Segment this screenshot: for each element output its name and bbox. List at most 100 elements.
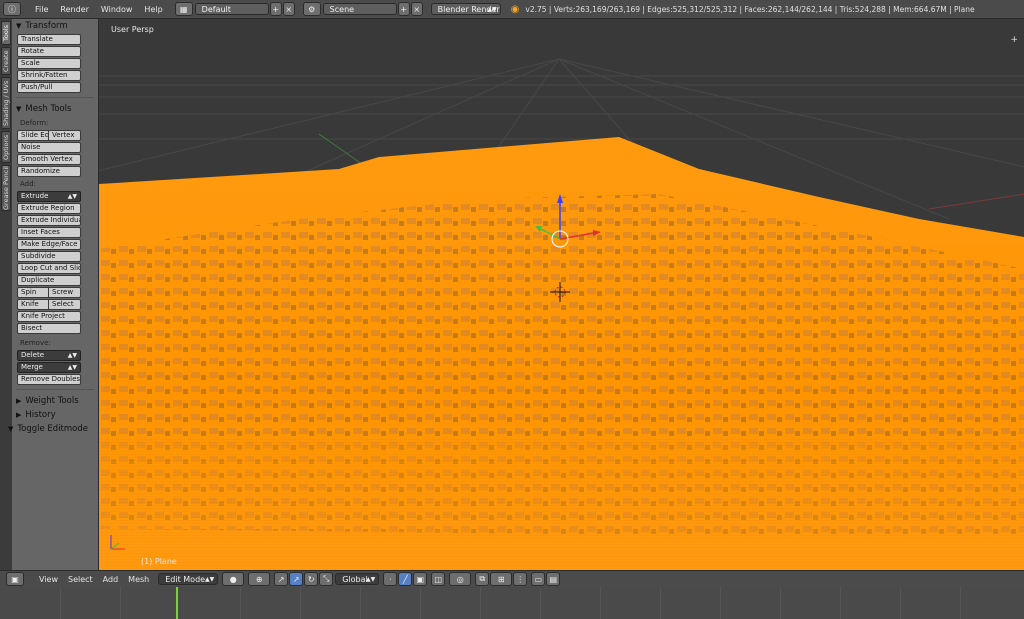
viewport-plus-icon[interactable]: +	[1010, 35, 1018, 45]
add-label: Add:	[20, 180, 36, 188]
menu-mesh[interactable]: Mesh	[123, 575, 154, 584]
timeline-gridline	[660, 587, 661, 619]
bisect-button[interactable]: Bisect	[17, 323, 81, 334]
scale-manipulator-icon[interactable]: ⤡	[319, 572, 334, 586]
3d-viewport[interactable]: User Persp (1) Plane +	[99, 19, 1024, 570]
translate-button[interactable]: Translate	[17, 34, 81, 45]
menu-window[interactable]: Window	[95, 5, 139, 14]
info-header: ⓘ File Render Window Help ▦ Default + × …	[0, 0, 1024, 19]
scene-field[interactable]: Scene	[322, 3, 397, 15]
viewport-shading-icon[interactable]: ●	[222, 572, 245, 586]
scale-button[interactable]: Scale	[17, 58, 81, 69]
pivot-point-icon[interactable]: ⊕	[248, 572, 271, 586]
knife-select-button[interactable]: Select	[49, 299, 81, 310]
knife-project-button[interactable]: Knife Project	[17, 311, 81, 322]
timeline-gridline	[840, 587, 841, 619]
edge-select-icon[interactable]: ╱	[398, 572, 413, 586]
viewport-canvas	[99, 58, 1024, 570]
subdivide-button[interactable]: Subdivide	[17, 251, 81, 262]
editor-type-info-button[interactable]: ⓘ	[3, 2, 21, 16]
remove-scene-icon[interactable]: ×	[410, 2, 423, 16]
menu-help[interactable]: Help	[138, 5, 168, 14]
chevron-down-icon: ▲▼	[487, 5, 497, 13]
add-scene-icon[interactable]: +	[397, 2, 410, 16]
screen-layout-icon[interactable]: ▦	[174, 2, 193, 16]
orientation-select[interactable]: Global ▲▼	[335, 573, 380, 585]
shrink-fatten-button[interactable]: Shrink/Fatten	[17, 70, 81, 81]
transform-panel-header[interactable]: ▼ Transform	[12, 19, 98, 33]
timeline-strip[interactable]	[0, 587, 1024, 619]
timeline-gridline	[60, 587, 61, 619]
tab-create[interactable]: Create	[1, 47, 11, 75]
smooth-vertex-button[interactable]: Smooth Vertex	[17, 154, 81, 165]
mesh-tools-panel-header[interactable]: ▼ Mesh Tools	[12, 102, 98, 116]
blender-logo-icon: ◉	[510, 3, 520, 15]
duplicate-button[interactable]: Duplicate	[17, 275, 81, 286]
menu-select[interactable]: Select	[63, 575, 98, 584]
scene-icon[interactable]: ⚙	[302, 2, 321, 16]
screw-button[interactable]: Screw	[49, 287, 81, 298]
slide-vertex-button[interactable]: Vertex	[49, 130, 81, 141]
remove-doubles-button[interactable]: Remove Doubles	[17, 374, 81, 385]
screen-layout-field[interactable]: Default	[194, 3, 269, 15]
history-panel-header[interactable]: ▶ History	[12, 408, 98, 422]
randomize-button[interactable]: Randomize	[17, 166, 81, 177]
menu-add[interactable]: Add	[98, 575, 124, 584]
timeline-gridline	[120, 587, 121, 619]
editor-type-3dview-button[interactable]: ▣	[6, 572, 24, 586]
toggle-editmode-header[interactable]: ▼ Toggle Editmode	[4, 422, 98, 436]
slide-row: Slide Ed Vertex	[17, 130, 81, 141]
timeline-gridline	[480, 587, 481, 619]
chevron-updown-icon: ▲▼	[67, 352, 77, 359]
delete-dropdown[interactable]: Delete ▲▼	[17, 350, 81, 361]
translate-manipulator-icon[interactable]: ↗	[289, 572, 304, 586]
inset-faces-button[interactable]: Inset Faces	[17, 227, 81, 238]
extrude-dropdown[interactable]: Extrude ▲▼	[17, 191, 81, 202]
menu-file[interactable]: File	[29, 5, 54, 14]
rotate-manipulator-icon[interactable]: ↻	[304, 572, 319, 586]
transform-panel-title: Transform	[25, 21, 68, 31]
tab-tools[interactable]: Tools	[1, 21, 11, 45]
menu-render[interactable]: Render	[54, 5, 94, 14]
opengl-render-icon[interactable]: ▤	[546, 572, 561, 586]
slide-edge-button[interactable]: Slide Ed	[17, 130, 49, 141]
panel-divider	[16, 389, 94, 390]
extrude-region-button[interactable]: Extrude Region	[17, 203, 81, 214]
limit-selection-icon[interactable]: ◫	[431, 572, 446, 586]
deform-label: Deform:	[20, 119, 49, 127]
menu-view[interactable]: View	[34, 575, 63, 584]
remove-label: Remove:	[20, 339, 51, 347]
snap-toggle-icon[interactable]: ⧉	[475, 572, 490, 586]
manipulator-toggle-icon[interactable]: ↗	[274, 572, 289, 586]
vertex-select-icon[interactable]: ⋅	[383, 572, 398, 586]
rotate-button[interactable]: Rotate	[17, 46, 81, 57]
timeline-gridline	[300, 587, 301, 619]
chevron-updown-icon: ▲▼	[366, 575, 376, 583]
tab-options[interactable]: Options	[1, 131, 11, 163]
push-pull-button[interactable]: Push/Pull	[17, 82, 81, 93]
make-edge-face-button[interactable]: Make Edge/Face	[17, 239, 81, 250]
spin-button[interactable]: Spin	[17, 287, 49, 298]
remove-layout-icon[interactable]: ×	[282, 2, 295, 16]
timeline-gridline	[360, 587, 361, 619]
timeline-gridline	[720, 587, 721, 619]
snap-element-icon[interactable]: ⊞	[490, 572, 513, 586]
mode-select[interactable]: Edit Mode ▲▼	[158, 573, 219, 585]
face-select-icon[interactable]: ▣	[413, 572, 428, 586]
add-layout-icon[interactable]: +	[269, 2, 282, 16]
extrude-individual-button[interactable]: Extrude Individual	[17, 215, 81, 226]
merge-dropdown[interactable]: Merge ▲▼	[17, 362, 81, 373]
proportional-edit-icon[interactable]: ◎	[449, 572, 472, 586]
loop-cut-button[interactable]: Loop Cut and Slide	[17, 263, 81, 274]
noise-button[interactable]: Noise	[17, 142, 81, 153]
render-engine-select[interactable]: Blender Render ▲▼	[430, 3, 501, 15]
current-frame-cursor[interactable]	[176, 587, 178, 619]
tab-grease-pencil[interactable]: Grease Pencil	[1, 165, 11, 211]
snap-options-icon[interactable]: ⋮	[513, 572, 528, 586]
weight-tools-panel-header[interactable]: ▶ Weight Tools	[12, 394, 98, 408]
expanded-triangle-icon: ▼	[16, 22, 22, 30]
render-preview-icon[interactable]: ▭	[531, 572, 546, 586]
tab-shading-uvs[interactable]: Shading / UVs	[1, 77, 11, 129]
timeline-gridline	[900, 587, 901, 619]
knife-button[interactable]: Knife	[17, 299, 49, 310]
